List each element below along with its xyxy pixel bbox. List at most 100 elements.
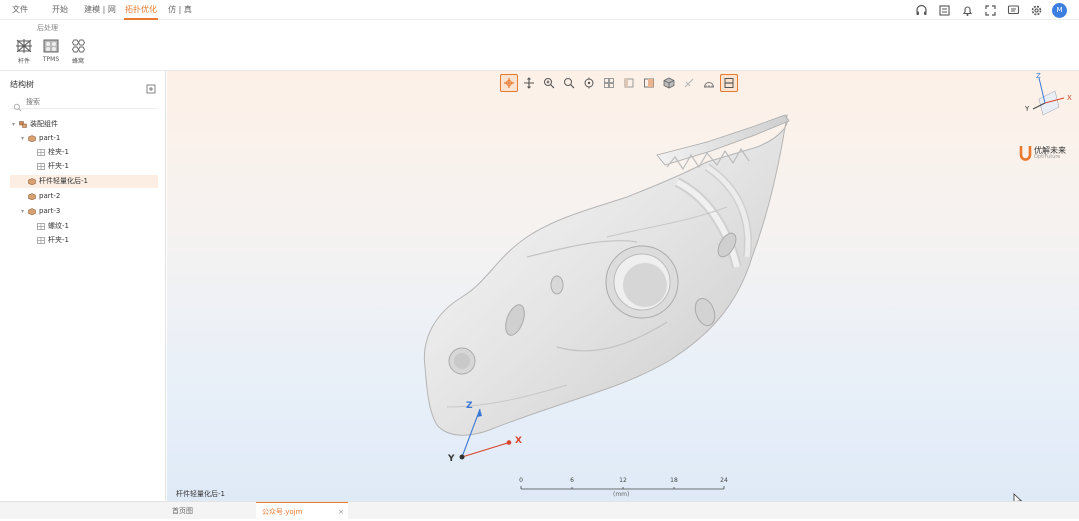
ribbon-group-title: 后处理 — [37, 24, 58, 32]
tree-search — [10, 95, 158, 112]
tree-item-label: 杆夹-1 — [48, 236, 69, 244]
triad-z-label: Z — [1036, 73, 1041, 80]
search-input[interactable] — [26, 96, 146, 108]
view-front-icon[interactable] — [640, 74, 658, 92]
list-icon[interactable] — [937, 3, 952, 18]
tree-item-assembly[interactable]: ▾ 装配组件 — [10, 118, 158, 131]
rod-lattice-icon — [15, 38, 33, 54]
orientation-triad[interactable]: X Y Z — [1015, 73, 1075, 133]
scale-tick-label: 6 — [570, 477, 574, 484]
tab-home[interactable]: 首页图 — [166, 502, 256, 520]
tree-item-label: 杆夹-1 — [48, 162, 69, 170]
search-icon — [13, 97, 22, 116]
tab-label: 公众号.yojm — [262, 508, 303, 516]
document-tabs: 首页图 公众号.yojm × — [0, 501, 1079, 520]
tpms-button[interactable]: TPMS — [39, 38, 63, 68]
tree-item-label: 装配组件 — [30, 120, 58, 128]
select-icon[interactable] — [500, 74, 518, 92]
menu-file[interactable]: 文件 — [8, 0, 32, 20]
headset-icon[interactable] — [914, 3, 929, 18]
honeycomb-icon — [69, 38, 87, 54]
part-icon — [28, 193, 36, 200]
scale-unit: (mm) — [613, 491, 630, 498]
global-axis-indicator: Z X Y — [447, 401, 522, 463]
zoom-in-icon[interactable] — [540, 74, 558, 92]
part-icon — [28, 135, 36, 142]
honeycomb-button[interactable]: 蜂窝 — [66, 38, 90, 68]
part-icon — [28, 178, 36, 185]
view-side-icon[interactable] — [620, 74, 638, 92]
mouse-cursor-icon — [1013, 493, 1023, 501]
scale-tick-label: 24 — [720, 477, 728, 484]
triad-x-label: X — [1067, 94, 1072, 102]
assembly-icon — [19, 121, 27, 128]
tree-item-feature[interactable]: 杆夹-1 — [10, 160, 158, 173]
tpms-icon — [42, 38, 60, 54]
top-icon-group: M — [914, 2, 1067, 18]
collapse-arrow-icon[interactable]: ▾ — [21, 205, 24, 218]
tree-item-part-2[interactable]: part-2 — [10, 190, 158, 203]
tree-item-part-1[interactable]: ▾ part-1 — [10, 132, 158, 145]
tree-item-feature[interactable]: 杆夹-1 — [10, 234, 158, 247]
axis-z-label: Z — [466, 401, 473, 411]
tree-item-feature[interactable]: 螺纹-1 — [10, 220, 158, 233]
scale-tick-label: 0 — [519, 477, 523, 484]
view-toolbar — [500, 73, 738, 93]
tree-item-label: 螺纹-1 — [48, 222, 69, 230]
tree-item-lightweight-part[interactable]: 杆件轻量化后-1 — [10, 175, 158, 188]
tpms-label: TPMS — [42, 56, 60, 63]
rotate-center-icon[interactable] — [580, 74, 598, 92]
part-icon — [28, 208, 36, 215]
view-grid-icon[interactable] — [600, 74, 618, 92]
axis-x-label: X — [515, 436, 522, 446]
menu-topology-optimization[interactable]: 拓扑优化 — [124, 0, 158, 20]
scale-bar: 0 6 12 18 24 (mm) — [518, 477, 728, 501]
section-icon[interactable] — [720, 74, 738, 92]
scale-tick-label: 12 — [619, 477, 627, 484]
feature-icon — [37, 237, 45, 244]
chat-icon[interactable] — [1006, 3, 1021, 18]
collapse-arrow-icon[interactable]: ▾ — [12, 118, 15, 131]
tree-item-label: part-2 — [39, 192, 61, 200]
ribbon: 后处理 杆件 TPMS 蜂窝 — [0, 20, 1079, 71]
scale-tick-label: 18 — [670, 477, 678, 484]
gear-icon[interactable] — [1029, 3, 1044, 18]
triad-y-label: Y — [1024, 105, 1030, 113]
menu-start[interactable]: 开始 — [48, 0, 72, 20]
tree-item-feature[interactable]: 栓夹-1 — [10, 146, 158, 159]
pan-icon[interactable] — [520, 74, 538, 92]
cube-icon[interactable] — [660, 74, 678, 92]
menu-modeling[interactable]: 建模 | 网 — [82, 0, 118, 20]
menu-bar: 文件 开始 建模 | 网 拓扑优化 仿 | 真 M — [0, 0, 1079, 20]
tree-item-label: part-1 — [39, 134, 61, 142]
honeycomb-label: 蜂窝 — [71, 58, 84, 65]
bell-icon[interactable] — [960, 3, 975, 18]
structure-tree-panel: 结构树 ▾ 装配组件 ▾ part-1 栓夹-1 杆夹-1 杆件轻量化后-1 p… — [0, 71, 166, 501]
brand-sub: OptiFuture — [1034, 154, 1061, 160]
close-icon[interactable]: × — [338, 503, 344, 521]
rod-lattice-label: 杆件 — [17, 58, 30, 65]
tab-active-document[interactable]: 公众号.yojm × — [256, 502, 348, 520]
feature-icon — [37, 163, 45, 170]
axis-y-label: Y — [447, 454, 455, 463]
panel-title: 结构树 — [10, 80, 34, 89]
tree-item-label: part-3 — [39, 207, 61, 215]
tree-item-label: 杆件轻量化后-1 — [39, 177, 88, 185]
collapse-arrow-icon[interactable]: ▾ — [21, 132, 24, 145]
3d-viewport[interactable]: X Y Z 优解未来 OptiFuture Z X Y 0 6 12 18 24… — [167, 71, 1079, 501]
clip-icon[interactable] — [680, 74, 698, 92]
rod-lattice-button[interactable]: 杆件 — [12, 38, 36, 68]
user-avatar[interactable]: M — [1052, 2, 1067, 18]
feature-icon — [37, 223, 45, 230]
selection-info: 杆件轻量化后-1 — [176, 490, 225, 498]
brand-logo-icon — [1019, 146, 1032, 161]
menu-simulation[interactable]: 仿 | 真 — [166, 0, 194, 20]
tree-item-label: 栓夹-1 — [48, 148, 69, 156]
measure-icon[interactable] — [700, 74, 718, 92]
fullscreen-icon[interactable] — [983, 3, 998, 18]
feature-icon — [37, 149, 45, 156]
tree-item-part-3[interactable]: ▾ part-3 — [10, 205, 158, 218]
zoom-fit-icon[interactable] — [560, 74, 578, 92]
add-icon[interactable] — [146, 79, 156, 94]
tab-label: 首页图 — [172, 507, 193, 515]
